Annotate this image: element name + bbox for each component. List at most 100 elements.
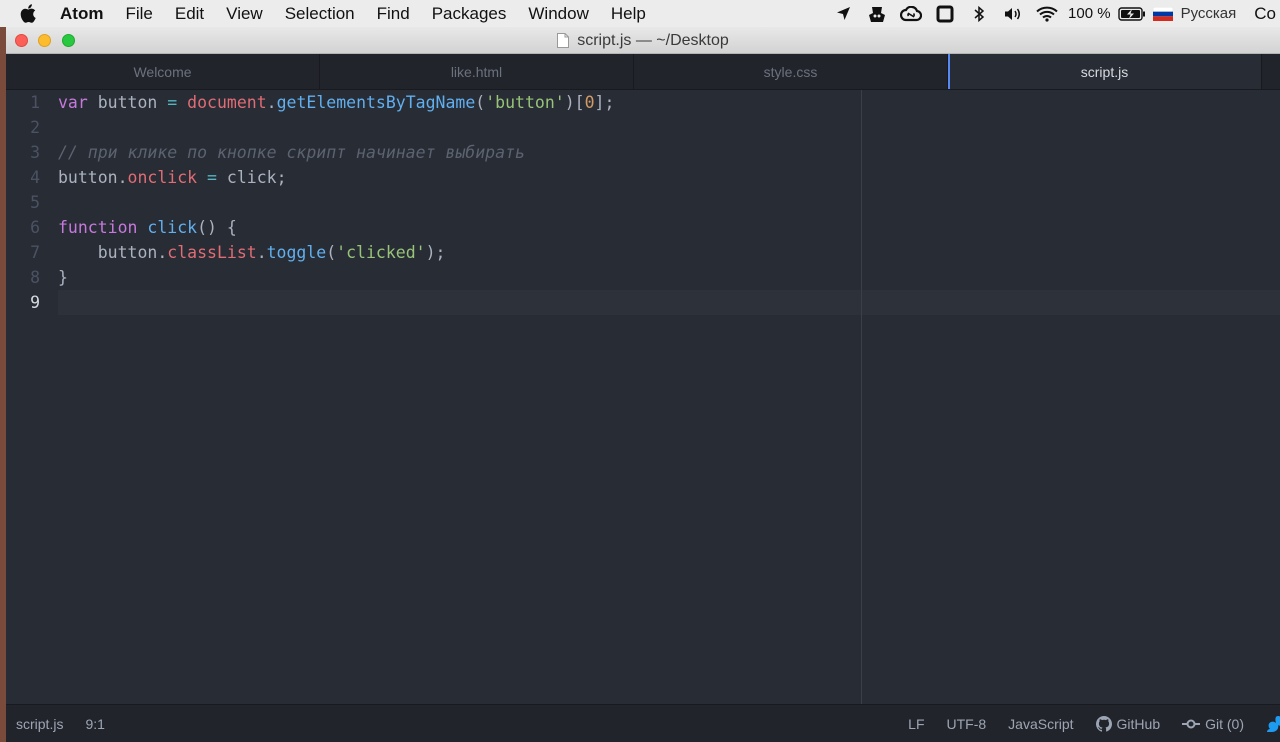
code-line[interactable] [58,190,1280,215]
code-editor[interactable]: 123456789 var button = document.getEleme… [6,90,1280,704]
battery-percentage: 100 % [1068,5,1111,22]
status-line-ending[interactable]: LF [908,716,924,732]
menu-edit[interactable]: Edit [164,4,215,24]
code-token: document [187,93,267,112]
line-number[interactable]: 4 [6,165,46,190]
wifi-icon[interactable] [1030,0,1064,27]
apple-icon [20,4,36,23]
title-bar[interactable]: script.js — ~/Desktop [6,27,1280,54]
code-token: button [87,93,168,112]
code-line[interactable] [58,290,1280,315]
squirrel-icon [1267,715,1280,732]
creative-cloud-icon[interactable] [894,0,928,27]
menu-view[interactable]: View [215,4,274,24]
github-octocat-icon [1095,715,1112,732]
code-token: // при клике по кнопке скрипт начинает в… [58,143,525,162]
status-github-button[interactable]: GitHub [1095,715,1161,732]
code-line[interactable]: // при клике по кнопке скрипт начинает в… [58,140,1280,165]
tab-welcome[interactable]: Welcome [6,54,320,89]
screen-capture-icon[interactable] [928,0,962,27]
code-token: ( [326,243,337,262]
tab-label: script.js [1080,63,1129,80]
git-commit-icon [1182,718,1201,730]
tab-bar: Welcome like.html style.css script.js [6,54,1280,90]
menu-window[interactable]: Window [517,4,599,24]
tab-label: style.css [763,63,818,80]
tab-like-html[interactable]: like.html [320,54,634,89]
line-number[interactable]: 7 [6,240,46,265]
menu-find[interactable]: Find [366,4,421,24]
menu-packages[interactable]: Packages [421,4,518,24]
code-line[interactable]: button.onclick = click; [58,165,1280,190]
code-lines[interactable]: var button = document.getElementsByTagNa… [58,90,1280,315]
line-number-gutter[interactable]: 123456789 [6,90,46,704]
menu-selection[interactable]: Selection [274,4,366,24]
menu-file[interactable]: File [114,4,163,24]
code-token: . [256,243,267,262]
alfred-hat-icon[interactable] [860,0,894,27]
code-token: 'clicked' [336,243,426,262]
code-line[interactable]: function click() { [58,215,1280,240]
code-token: )[ [564,93,585,112]
battery-charging-icon[interactable] [1115,0,1149,27]
line-number[interactable]: 8 [6,265,46,290]
tab-label: like.html [450,63,503,80]
code-token: button. [58,168,128,187]
status-cursor-position[interactable]: 9:1 [85,716,104,732]
menu-app-atom[interactable]: Atom [56,4,114,24]
line-number[interactable]: 5 [6,190,46,215]
tab-script-js[interactable]: script.js [948,54,1262,89]
code-line[interactable]: } [58,265,1280,290]
code-token: 'button' [485,93,565,112]
tab-bar-empty-space[interactable] [1262,54,1280,89]
line-number[interactable]: 1 [6,90,46,115]
location-arrow-icon[interactable] [826,0,860,27]
menu-bar: Atom File Edit View Selection Find Packa… [0,0,1280,27]
code-token: click; [216,168,287,187]
tab-style-css[interactable]: style.css [634,54,948,89]
code-token: toggle [266,243,327,262]
code-token: getElementsByTagName [276,93,476,112]
line-number[interactable]: 2 [6,115,46,140]
bluetooth-icon[interactable] [962,0,996,27]
code-token: ]; [594,93,615,112]
wrap-guide [861,90,862,704]
code-token: function [58,218,138,237]
input-source-label[interactable]: Русская [1177,5,1241,22]
code-token: button. [58,243,168,262]
atom-window: script.js — ~/Desktop Welcome like.html … [6,27,1280,742]
code-token: () { [197,218,237,237]
code-line[interactable]: button.classList.toggle('clicked'); [58,240,1280,265]
code-token: . [266,93,277,112]
code-token: var [58,93,88,112]
status-telemetry-button[interactable] [1264,715,1280,733]
menu-help[interactable]: Help [600,4,657,24]
code-token: ( [475,93,486,112]
status-git-label: Git (0) [1205,715,1244,732]
window-title: script.js — ~/Desktop [6,27,1280,54]
tab-label: Welcome [133,63,192,80]
clipped-menubar-item[interactable]: Co [1240,4,1280,24]
apple-menu[interactable] [0,4,56,23]
code-token: = [167,93,178,112]
russian-flag-icon[interactable] [1149,0,1177,27]
code-line[interactable]: var button = document.getElementsByTagNa… [58,90,1280,115]
code-token: classList [167,243,257,262]
status-git-button[interactable]: Git (0) [1182,716,1244,732]
line-number[interactable]: 6 [6,215,46,240]
line-number[interactable]: 9 [6,290,46,315]
line-number[interactable]: 3 [6,140,46,165]
code-line[interactable] [58,115,1280,140]
volume-icon[interactable] [996,0,1030,27]
status-github-label: GitHub [1116,715,1161,732]
status-encoding[interactable]: UTF-8 [947,716,987,732]
status-grammar[interactable]: JavaScript [1008,716,1073,732]
code-token: 0 [584,93,595,112]
status-bar: script.js 9:1 LF UTF-8 JavaScript GitHub… [6,704,1280,742]
status-file-name[interactable]: script.js [16,716,63,732]
code-token: onclick [127,168,198,187]
window-title-text: script.js — ~/Desktop [577,31,729,49]
